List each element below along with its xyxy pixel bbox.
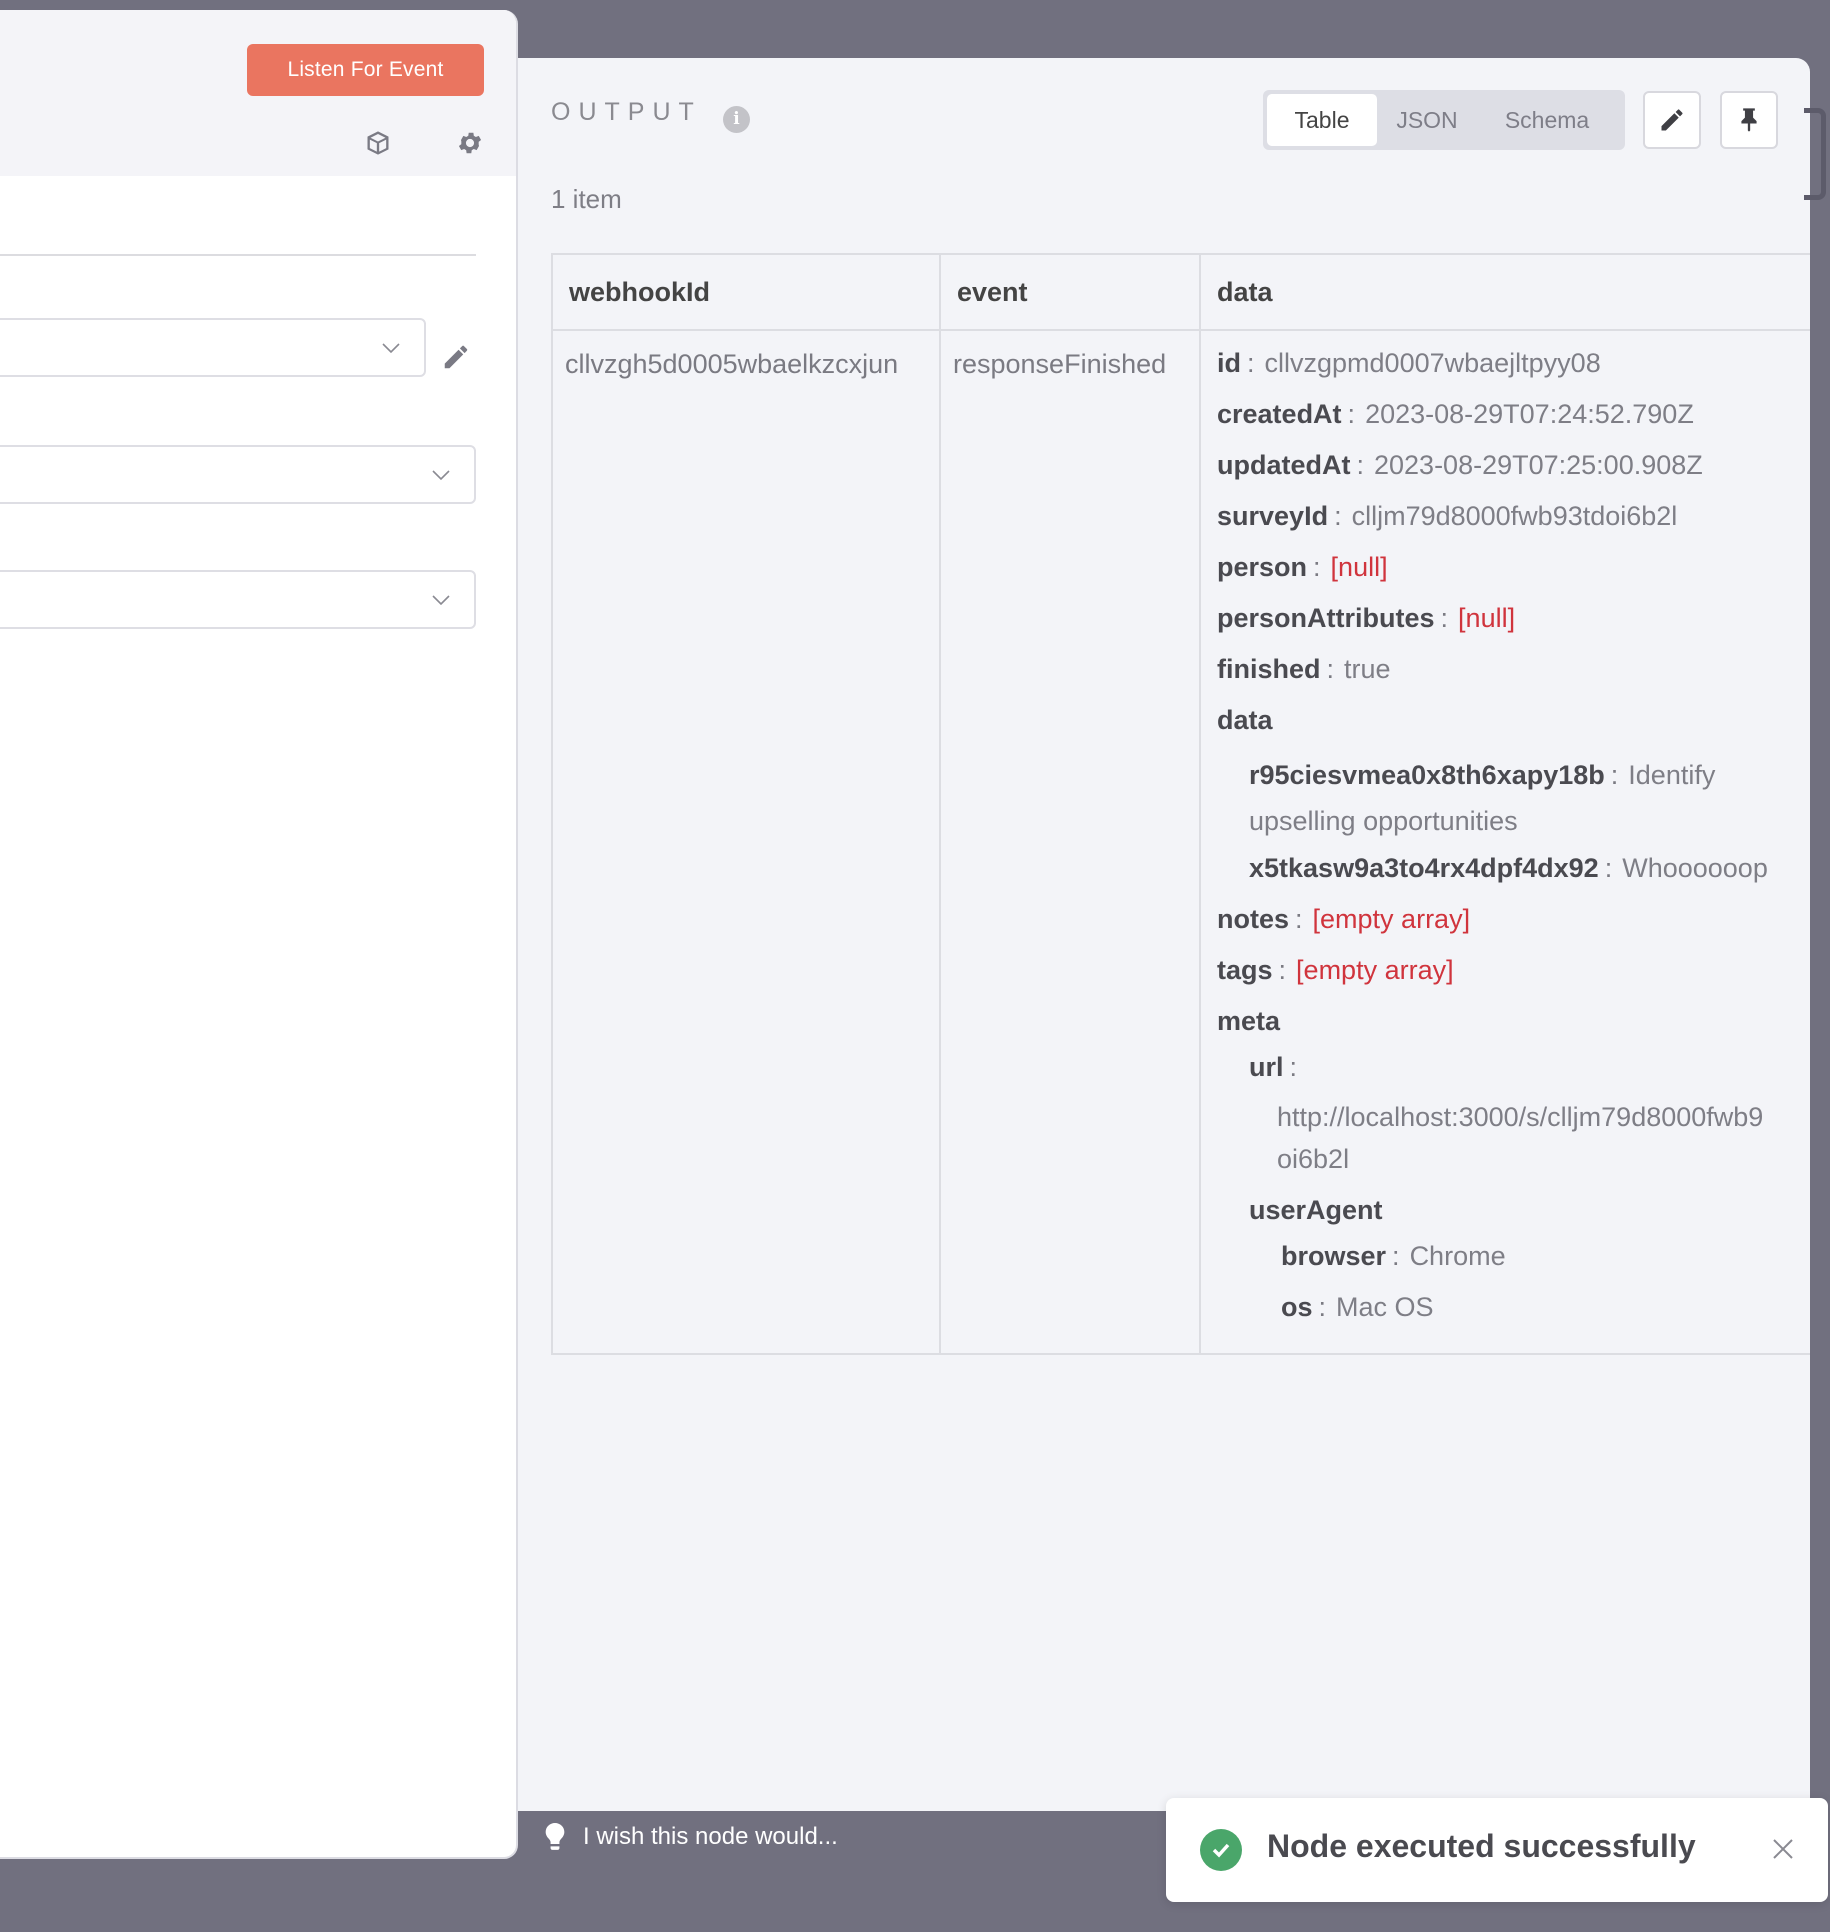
table-header-row: webhookId event data — [551, 253, 1810, 331]
node-feedback-link[interactable]: I wish this node would... — [545, 1823, 838, 1851]
field-data-q2: x5tkasw9a3to4rx4dpf4dx92: Whoooooop — [1249, 853, 1768, 883]
field-notes: notes: [empty array] — [1217, 904, 1471, 934]
success-check-icon — [1200, 1829, 1242, 1871]
cube-icon[interactable] — [363, 128, 393, 158]
pencil-icon — [1661, 109, 1683, 131]
background-node-edge — [1804, 108, 1826, 200]
field-id: id: cllvzgpmd0007wbaejltpyy08 — [1217, 348, 1601, 378]
info-icon[interactable]: i — [723, 106, 750, 133]
success-toast: Node executed successfully — [1166, 1798, 1828, 1902]
field-updatedat: updatedAt:2023-08-29T07:25:00.908Z — [1217, 450, 1703, 480]
chevron-down-icon — [380, 337, 402, 359]
field-finished: finished: true — [1217, 654, 1391, 684]
tab-table[interactable]: Table — [1267, 94, 1377, 146]
survey-select[interactable] — [0, 445, 476, 504]
pin-data-button[interactable] — [1720, 91, 1778, 149]
close-icon[interactable] — [1770, 1836, 1796, 1862]
tab-schema[interactable]: Schema — [1477, 94, 1617, 146]
pin-icon — [1741, 108, 1757, 132]
url-value: http://localhost:3000/s/clljm79d8000fwb9… — [1277, 1102, 1764, 1174]
edit-output-button[interactable] — [1643, 91, 1701, 149]
edit-credential-icon[interactable] — [441, 342, 471, 372]
field-useragent-group: userAgent — [1249, 1195, 1383, 1225]
cell-data: id: cllvzgpmd0007wbaejltpyy08 createdAt:2… — [1199, 329, 1810, 1355]
toast-message: Node executed successfully — [1267, 1828, 1696, 1864]
output-table: webhookId event data cllvzgh5d0005wbaelk… — [551, 253, 1810, 1355]
chevron-down-icon — [430, 464, 452, 486]
parameters-header: Listen For Event — [0, 10, 516, 176]
table-row: cllvzgh5d0005wbaelkzcxjun responseFinish… — [551, 329, 1810, 1355]
cell-webhookid: cllvzgh5d0005wbaelkzcxjun — [551, 329, 941, 1355]
field-data-q1: r95ciesvmea0x8th6xapy18b: Identify upsell… — [1249, 760, 1716, 836]
feedback-text: I wish this node would... — [583, 1823, 838, 1850]
field-personattributes: personAttributes: [null] — [1217, 603, 1516, 633]
credential-select[interactable] — [0, 318, 426, 377]
field-useragent-os: os: Mac OS — [1281, 1292, 1434, 1322]
field-useragent-browser: browser: Chrome — [1281, 1241, 1506, 1271]
lightbulb-icon — [545, 1823, 565, 1850]
events-select[interactable] — [0, 570, 476, 629]
column-header-webhookid[interactable]: webhookId — [551, 253, 941, 331]
section-divider — [0, 254, 476, 256]
field-surveyid: surveyId: clljm79d8000fwb93tdoi6b2l — [1217, 501, 1678, 531]
field-meta-group: meta — [1217, 1006, 1281, 1036]
chevron-down-icon — [430, 589, 452, 611]
gear-icon[interactable] — [455, 128, 485, 158]
tab-json[interactable]: JSON — [1377, 94, 1477, 146]
field-person: person: [null] — [1217, 552, 1388, 582]
output-panel: OUTPUT i 1 item Table JSON Schema webhoo… — [518, 58, 1810, 1811]
field-meta-url: url: http://localhost:3000/s/clljm79d800… — [1217, 1053, 1810, 1180]
output-title: OUTPUT — [551, 98, 702, 126]
cell-event: responseFinished — [939, 329, 1201, 1355]
field-createdat: createdAt:2023-08-29T07:24:52.790Z — [1217, 399, 1694, 429]
column-header-data[interactable]: data — [1199, 253, 1810, 331]
column-header-event[interactable]: event — [939, 253, 1201, 331]
listen-for-event-button[interactable]: Listen For Event — [247, 44, 484, 96]
item-count: 1 item — [551, 184, 622, 214]
view-mode-tabs: Table JSON Schema — [1263, 90, 1625, 150]
field-data-group: data — [1217, 705, 1273, 735]
node-parameters-panel: Listen For Event — [0, 10, 518, 1859]
field-tags: tags: [empty array] — [1217, 955, 1454, 985]
